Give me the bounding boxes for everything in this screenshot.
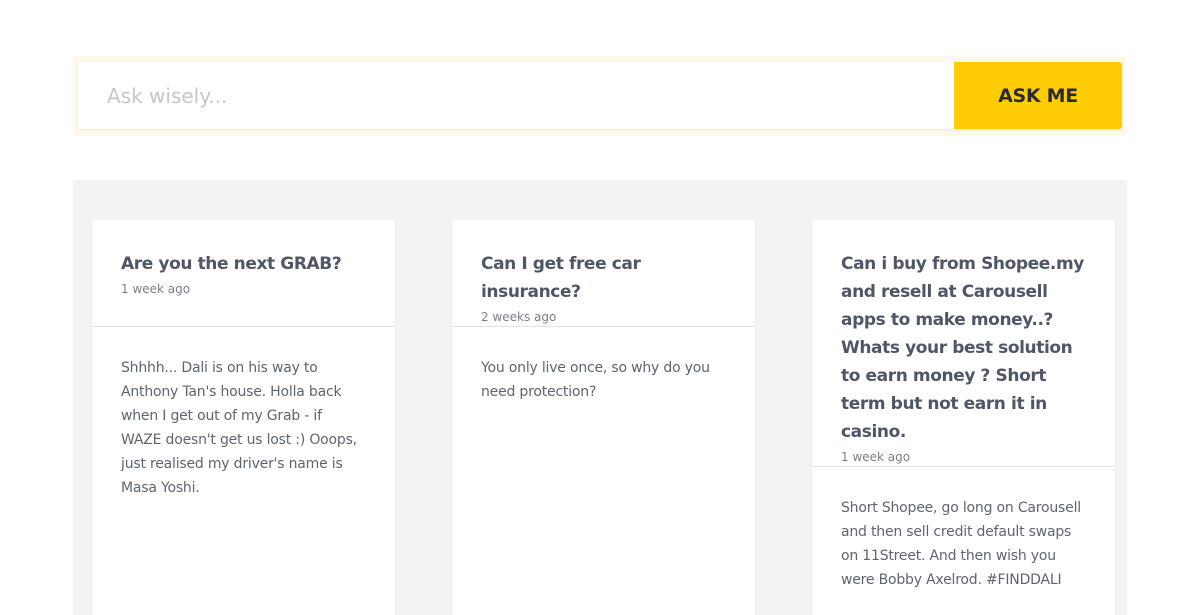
card-header: Can I get free car insurance? 2 weeks ag… — [452, 220, 755, 327]
question-timestamp: 1 week ago — [841, 450, 911, 464]
question-title[interactable]: Can I get free car insurance? — [481, 250, 726, 306]
question-card[interactable]: Are you the next GRAB? 1 week ago Shhhh.… — [92, 220, 395, 615]
search-bar: ASK ME — [78, 62, 1122, 129]
question-card[interactable]: Can i buy from Shopee.my and resell at C… — [812, 220, 1115, 615]
question-title[interactable]: Are you the next GRAB? — [121, 250, 366, 278]
ask-me-button[interactable]: ASK ME — [954, 62, 1122, 129]
card-header: Are you the next GRAB? 1 week ago — [92, 220, 395, 327]
question-card[interactable]: Can I get free car insurance? 2 weeks ag… — [452, 220, 755, 615]
question-timestamp: 2 weeks ago — [481, 310, 557, 324]
answer-text: Short Shopee, go long on Carousell and t… — [841, 500, 1081, 588]
question-title[interactable]: Can i buy from Shopee.my and resell at C… — [841, 250, 1086, 446]
answer-text: You only live once, so why do you need p… — [481, 360, 710, 400]
question-timestamp: 1 week ago — [121, 282, 191, 296]
answer-text: Shhhh... Dali is on his way to Anthony T… — [121, 360, 357, 496]
question-input[interactable] — [78, 62, 954, 129]
card-header: Can i buy from Shopee.my and resell at C… — [812, 220, 1115, 467]
